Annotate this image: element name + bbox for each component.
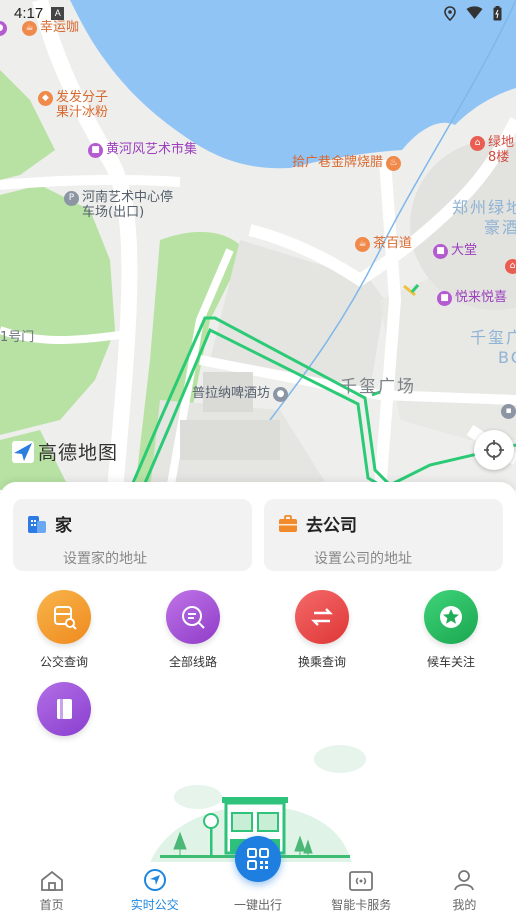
tab-smart-card[interactable]: 智能卡服务: [310, 862, 413, 920]
poi-label: 8楼: [488, 150, 510, 165]
map-view[interactable]: ● ☕ 幸运咖 ◆ 发发分子 果汁冰粉 ■ 黄河风艺术市集 P 河南艺术中心停 …: [0, 0, 516, 490]
tab-home[interactable]: 首页: [0, 862, 103, 920]
lock-pin-icon: ▪: [501, 404, 516, 419]
map-label-line: BC: [498, 348, 516, 367]
location-status-icon: [444, 5, 456, 21]
home-subtitle: 设置家的地址: [63, 551, 147, 567]
tab-realtime-bus[interactable]: 实时公交: [103, 862, 206, 920]
status-time: 4:17: [14, 4, 44, 22]
user-icon: [454, 870, 475, 891]
food-pin-icon: ◆: [38, 91, 53, 106]
amap-logo: 高德地图: [12, 438, 118, 465]
poi-lvdi[interactable]: ⌂ 绿地 8楼: [470, 135, 514, 165]
map-label-line: 郑州绿地: [452, 198, 516, 217]
home-title: 家: [55, 516, 72, 536]
work-address-card[interactable]: 去公司 设置公司的地址: [264, 499, 503, 571]
hotel-pin-icon: ⌂: [470, 136, 485, 151]
tab-label: 首页: [39, 898, 64, 912]
poi-label: 黄河风艺术市集: [106, 142, 198, 157]
tab-label: 实时公交: [130, 898, 179, 912]
poi-label: 拾广巷金牌烧腊: [292, 155, 384, 170]
smart-card-icon: [349, 871, 374, 891]
home-address-card[interactable]: 家 设置家的地址: [13, 499, 252, 571]
one-click-travel-button[interactable]: [235, 836, 281, 882]
restaurant-pin-icon: ♨: [386, 156, 402, 171]
hotel-pin-icon: ⌂: [505, 259, 516, 274]
qr-code-icon: [247, 848, 269, 870]
poi-yuelai[interactable]: ■ 悦来悦喜: [437, 290, 507, 306]
map-label-gate: 1号门: [0, 330, 35, 345]
poi-fafa[interactable]: ◆ 发发分子 果汁冰粉: [38, 90, 108, 120]
shopping-bag-icon: ■: [437, 291, 452, 306]
poi-label: 悦来悦喜: [455, 290, 508, 305]
notification-a-icon: A: [51, 6, 65, 20]
map-label-qianxi-right: 千玺广 BC: [470, 328, 516, 368]
poi-label: 果汁冰粉: [56, 105, 109, 120]
poi-label: 车场(出口): [82, 205, 145, 220]
battery-icon: [493, 5, 502, 20]
poi-label: 普拉纳啤酒坊: [192, 386, 271, 401]
star-icon: [424, 590, 478, 644]
poi-datang[interactable]: ■ 大堂: [433, 243, 477, 259]
location-pin-icon: ●: [273, 387, 289, 402]
tab-label: 我的: [452, 898, 477, 912]
transfer-icon: [295, 590, 349, 644]
shop-pin-icon: ■: [433, 244, 448, 259]
poi-label: 发发分子: [56, 90, 109, 105]
poi-label: 茶百道: [373, 236, 413, 251]
poi-edge-hotel[interactable]: ⌂: [505, 258, 516, 274]
crosshair-icon: [484, 440, 504, 460]
home-icon: [40, 870, 63, 891]
poi-shaola[interactable]: 拾广巷金牌烧腊 ♨: [292, 155, 402, 171]
grid-label: 公交查询: [39, 655, 88, 669]
card-icon: [37, 682, 91, 736]
parking-icon: P: [64, 191, 79, 206]
building-icon: [28, 515, 46, 533]
poi-chabaidao[interactable]: ☕ 茶百道: [355, 236, 412, 252]
poi-label: 河南艺术中心停: [82, 190, 174, 205]
amap-logo-icon: [12, 440, 34, 463]
work-subtitle: 设置公司的地址: [314, 551, 412, 567]
shopping-bag-icon: ■: [88, 143, 103, 158]
map-label-line: 豪酒: [484, 218, 516, 237]
grid-transfer[interactable]: 换乘查询: [267, 590, 377, 670]
map-label-zhengzhou: 郑州绿地 豪酒: [452, 198, 516, 238]
map-label-qianxi-plaza: 千玺广场: [340, 377, 416, 397]
tab-mine[interactable]: 我的: [413, 862, 516, 920]
wifi-icon: [466, 6, 483, 19]
poi-label: 绿地: [488, 135, 515, 150]
grid-label: 全部线路: [168, 655, 217, 669]
work-title: 去公司: [306, 516, 357, 536]
bus-search-icon: [37, 590, 91, 644]
grid-label: 换乘查询: [297, 655, 346, 669]
grid-watch-stop[interactable]: 候车关注: [396, 590, 506, 670]
poi-edge-lock[interactable]: ▪: [501, 403, 516, 419]
map-label-line: 千玺广: [470, 328, 516, 347]
amap-logo-text: 高德地图: [38, 442, 119, 464]
tab-label: 一键出行: [234, 898, 283, 912]
locate-button[interactable]: [474, 430, 514, 470]
tea-pin-icon: ☕: [355, 237, 370, 252]
poi-parking[interactable]: P 河南艺术中心停 车场(出口): [64, 190, 173, 220]
realtime-bus-icon: [143, 869, 166, 891]
route-list-icon: [166, 590, 220, 644]
grid-bus-search[interactable]: 公交查询: [9, 590, 119, 670]
poi-huanghe[interactable]: ■ 黄河风艺术市集: [88, 142, 197, 158]
grid-label: 候车关注: [426, 655, 475, 669]
grid-all-routes[interactable]: 全部线路: [138, 590, 248, 670]
poi-label: 大堂: [451, 243, 478, 258]
status-bar: 4:17 A: [0, 0, 516, 26]
briefcase-icon: [279, 514, 297, 532]
poi-pulana[interactable]: 普拉纳啤酒坊 ●: [192, 386, 289, 402]
tab-label: 智能卡服务: [331, 898, 392, 912]
